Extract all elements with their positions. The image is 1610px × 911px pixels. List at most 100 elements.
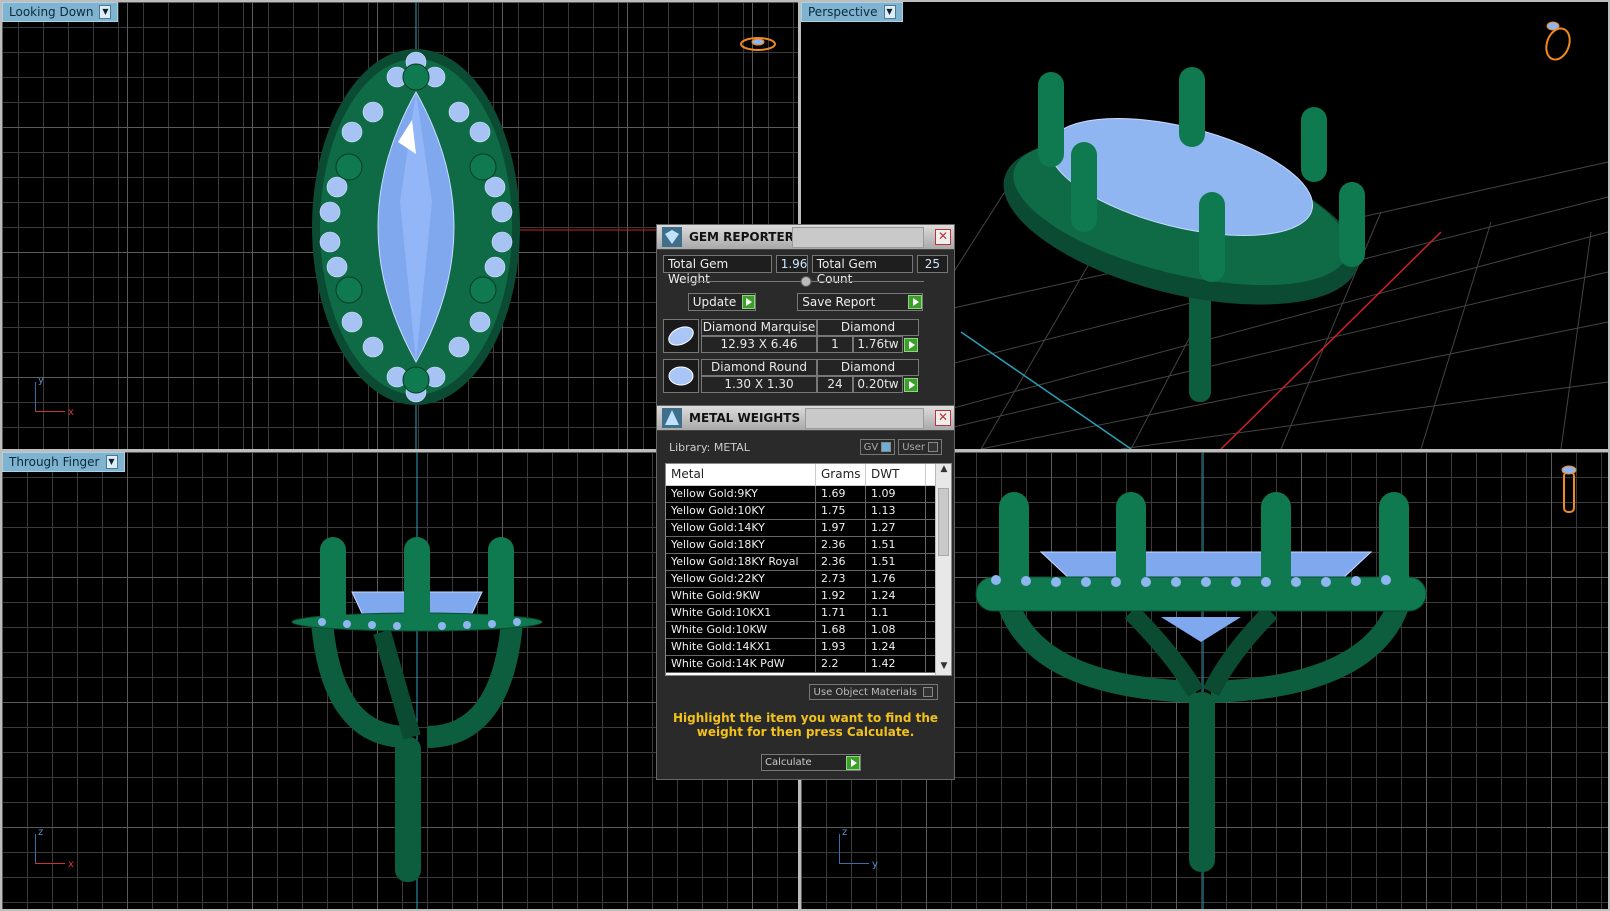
axis-indicator: z y [839,827,889,870]
user-toggle[interactable]: User [898,439,942,455]
dwt-cell: 1.09 [866,486,926,502]
panel-divider-slider[interactable] [687,276,924,288]
use-object-materials-toggle[interactable]: Use Object Materials [808,684,938,700]
viewport-label-perspective[interactable]: Perspective ▼ [801,2,903,22]
grams-cell: 1.92 [816,588,866,604]
total-gem-count-value: 25 [916,255,948,273]
gem-size: 1.30 X 1.30 [701,376,817,393]
viewport-label-text: Perspective [808,5,878,19]
metal-weights-table[interactable]: Metal Grams DWT Yellow Gold:9KY 1.69 1.09 Y… [665,463,952,676]
gv-toggle-label: GV [863,441,879,453]
gem-weight: 1.76tw [853,336,903,353]
metal-cell: Yellow Gold:18KY [666,537,816,553]
table-scrollbar[interactable]: ▲ ▼ [935,464,951,675]
column-header-dwt[interactable]: DWT [866,464,926,485]
gem-select-button[interactable] [903,376,919,393]
close-icon[interactable]: ✕ [935,229,951,245]
dwt-cell: 1.51 [866,537,926,553]
total-gem-weight-label: Total Gem Weight [663,255,772,286]
chevron-down-icon[interactable]: ▼ [883,5,896,19]
table-row[interactable]: Yellow Gold:9KY 1.69 1.09 [666,486,951,503]
panel-title: METAL WEIGHTS [689,411,801,425]
grams-cell: 2.36 [816,554,866,570]
metal-cell: White Gold:10KX1 [666,605,816,621]
calculate-button[interactable]: Calculate [761,754,861,771]
metal-cell: White Gold:14KX1 [666,639,816,655]
ring-orientation-icon[interactable] [1554,462,1584,518]
matrix-app: Looking Down ▼ y x Perspective ▼ Through… [0,0,1610,911]
metal-cell: Yellow Gold:9KY [666,486,816,502]
table-row[interactable]: White Gold:14K PdW 2.2 1.42 [666,656,951,673]
gem-actions-row: Update Save Report [657,291,954,313]
scroll-up-icon[interactable]: ▲ [936,464,951,478]
table-row[interactable]: White Gold:10KW 1.68 1.08 [666,622,951,639]
ring-orientation-icon[interactable] [737,32,779,56]
metal-cell: Yellow Gold:10KY [666,503,816,519]
dwt-cell: 1.51 [866,554,926,570]
metal-cell: Yellow Gold:18KY Royal [666,554,816,570]
viewport-label-looking-down[interactable]: Looking Down ▼ [2,2,119,22]
gem-count: 24 [817,376,853,393]
grams-cell: 1.69 [816,486,866,502]
gem-material: Diamond [817,319,919,336]
panel-title: GEM REPORTER [689,230,794,244]
play-icon [904,377,918,392]
dwt-cell: 1.27 [866,520,926,536]
gem-entry[interactable]: Diamond Round Diamond 1.30 X 1.30 24 0.2… [663,359,948,393]
update-button[interactable]: Update [687,293,756,311]
table-row[interactable]: White Gold:9KW 1.92 1.24 [666,588,951,605]
grams-cell: 1.93 [816,639,866,655]
gem-entry[interactable]: Diamond Marquise Diamond 12.93 X 6.46 1 … [663,319,948,353]
axis-label-z: z [38,827,44,838]
calculate-button-label: Calculate [765,757,812,768]
play-icon [904,337,918,352]
gv-toggle[interactable]: GV [859,439,896,455]
grams-cell: 2.2 [816,656,866,672]
axis-label-y: y [872,859,878,870]
table-row[interactable]: Yellow Gold:18KY Royal 2.36 1.51 [666,554,951,571]
viewport-label-text: Through Finger [9,455,100,469]
toggle-indicator-icon [923,687,933,697]
scroll-thumb[interactable] [938,488,949,556]
save-report-button[interactable]: Save Report [797,293,924,311]
total-gem-count-label: Total Gem Count [811,255,913,286]
use-object-materials-label: Use Object Materials [813,686,917,698]
axis-indicator: z x [35,827,85,870]
gem-name: Diamond Round [701,359,817,376]
viewport-label-text: Looking Down [9,5,94,19]
dwt-cell: 1.13 [866,503,926,519]
gem-size: 12.93 X 6.46 [701,336,817,353]
metal-weights-titlebar[interactable]: METAL WEIGHTS ✕ [657,406,954,431]
library-label: Library: METAL [669,440,750,454]
chevron-down-icon[interactable]: ▼ [105,455,118,469]
update-button-label: Update [692,295,737,309]
column-header-grams[interactable]: Grams [816,464,866,485]
metal-cell: White Gold:10KW [666,622,816,638]
table-row[interactable]: White Gold:14KX1 1.93 1.24 [666,639,951,656]
dwt-cell: 1.1 [866,605,926,621]
play-icon [908,295,923,309]
calculate-hint: Highlight the item you want to find the … [672,711,939,739]
ring-orientation-icon[interactable] [1541,16,1575,64]
table-row[interactable]: Yellow Gold:14KY 1.97 1.27 [666,520,951,537]
toggle-indicator-icon [881,442,892,452]
marquise-gem-icon [663,319,699,353]
table-header: Metal Grams DWT [666,464,951,486]
gem-name: Diamond Marquise [701,319,817,336]
viewport-label-through-finger[interactable]: Through Finger ▼ [2,452,125,472]
table-row[interactable]: Yellow Gold:10KY 1.75 1.13 [666,503,951,520]
metal-weights-panel: METAL WEIGHTS ✕ Library: METAL GV User M… [656,405,955,780]
table-row[interactable]: Yellow Gold:18KY 2.36 1.51 [666,537,951,554]
chevron-down-icon[interactable]: ▼ [99,5,112,19]
scroll-down-icon[interactable]: ▼ [936,661,951,675]
gem-reporter-titlebar[interactable]: GEM REPORTER ✕ [657,225,954,250]
table-row[interactable]: White Gold:10KX1 1.71 1.1 [666,605,951,622]
close-icon[interactable]: ✕ [935,410,951,426]
axis-label-z: z [842,827,848,838]
table-row[interactable]: Yellow Gold:22KY 2.73 1.76 [666,571,951,588]
gem-select-button[interactable] [903,336,919,353]
grams-cell: 2.36 [816,537,866,553]
column-header-metal[interactable]: Metal [666,464,816,485]
gem-totals-row: Total Gem Weight 1.96 Total Gem Count 25 [657,250,954,286]
library-row: Library: METAL GV User [657,431,954,463]
